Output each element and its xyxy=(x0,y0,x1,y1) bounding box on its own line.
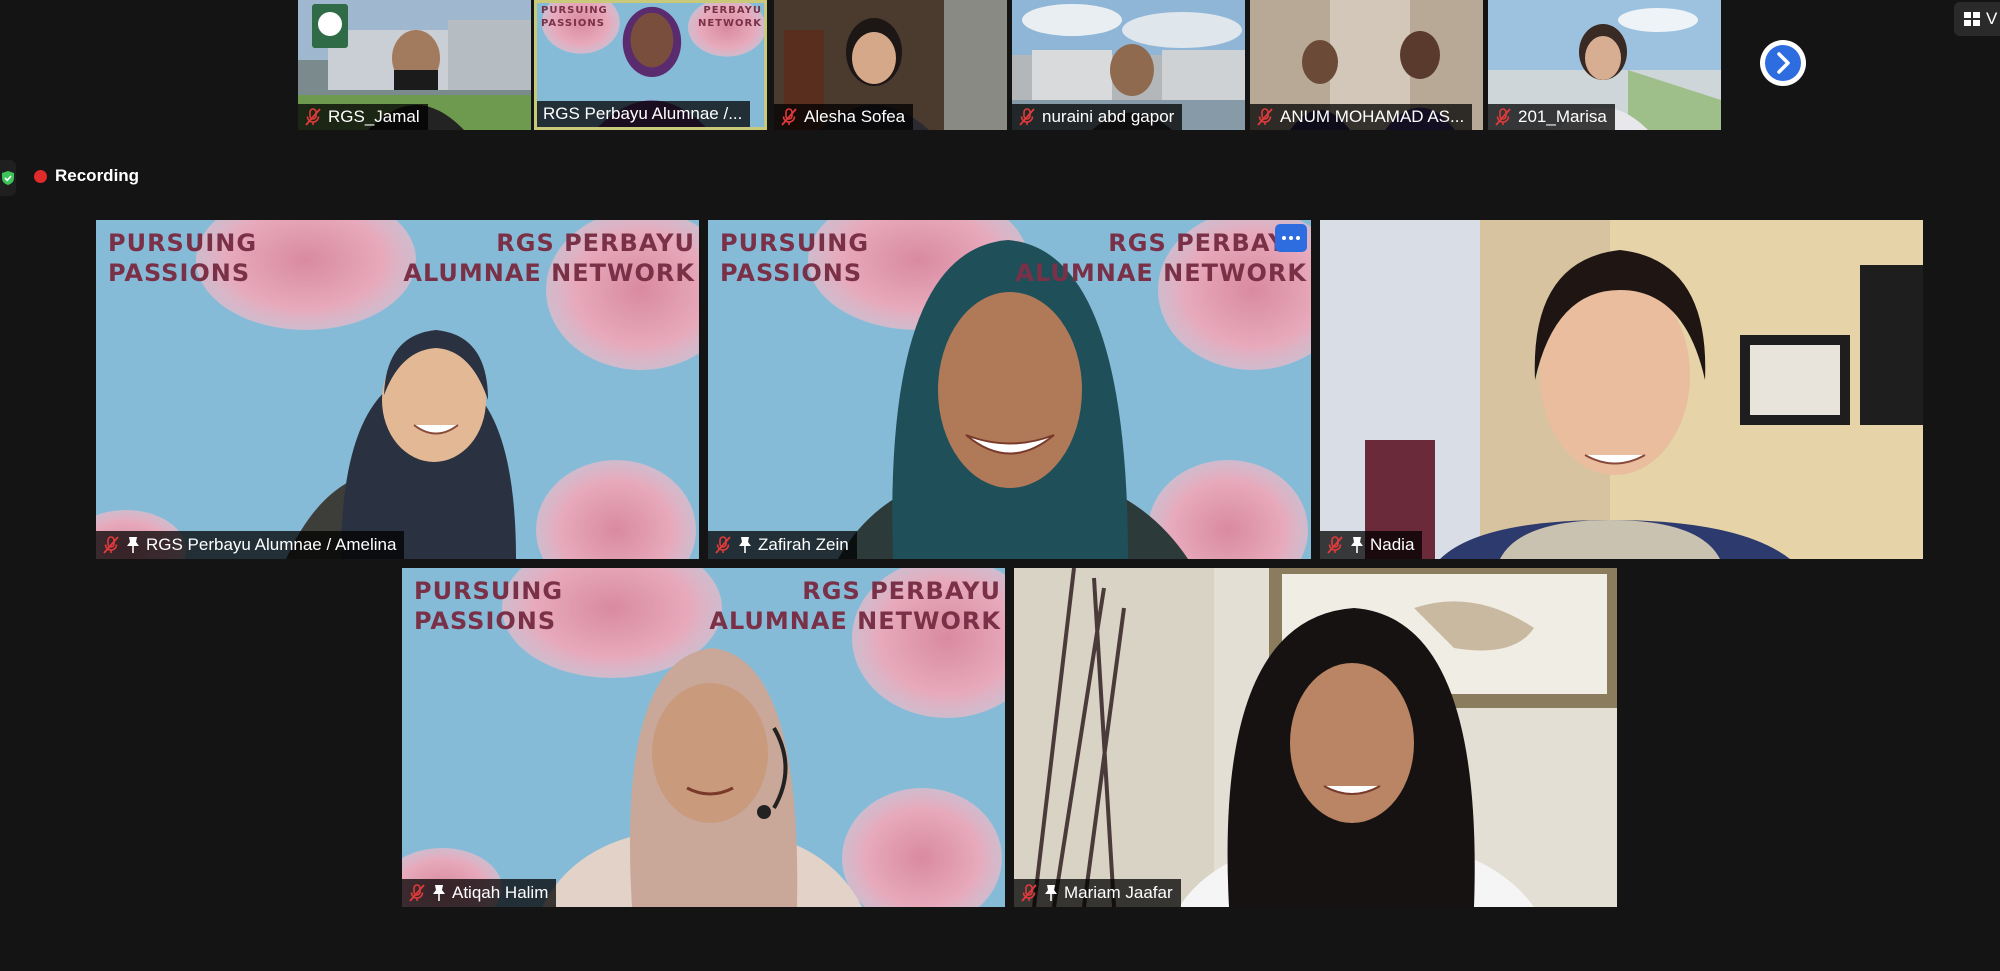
strip-tile-rgs-jamal[interactable]: RGS_Jamal xyxy=(298,0,531,130)
participant-name: nuraini abd gapor xyxy=(1042,107,1175,126)
muted-mic-icon xyxy=(714,536,732,554)
muted-mic-icon xyxy=(780,108,798,126)
video-feed xyxy=(1320,220,1923,559)
gallery-tile-zafirah-zein[interactable]: PURSUING PASSIONS RGS PERBAYU ALUMNAE NETW… xyxy=(708,220,1311,559)
pin-icon xyxy=(432,884,446,902)
muted-mic-icon xyxy=(408,884,426,902)
participant-nameplate: 201_Marisa xyxy=(1488,104,1615,130)
participant-name: Zafirah Zein xyxy=(758,535,849,554)
participant-nameplate: RGS Perbayu Alumnae /... xyxy=(537,101,751,127)
participant-nameplate: nuraini abd gapor xyxy=(1012,104,1183,130)
gallery-tile-mariam-jaafar[interactable]: Mariam Jaafar xyxy=(1014,568,1617,907)
virtual-background-text: PURSUING PASSIONS xyxy=(108,229,258,287)
strip-tile-201-marisa[interactable]: 201_Marisa xyxy=(1488,0,1721,130)
participant-nameplate: Nadia xyxy=(1320,531,1423,559)
strip-tile-nuraini-abd-gapor[interactable]: nuraini abd gapor xyxy=(1012,0,1245,130)
muted-mic-icon xyxy=(1256,108,1274,126)
muted-mic-icon xyxy=(1018,108,1036,126)
participant-nameplate: Alesha Sofea xyxy=(774,104,914,130)
view-button[interactable]: V xyxy=(1954,2,2000,36)
participant-nameplate: ANUM MOHAMAD AS... xyxy=(1250,104,1473,130)
recording-dot-icon xyxy=(34,169,47,183)
participant-name: ANUM MOHAMAD AS... xyxy=(1280,107,1465,126)
muted-mic-icon xyxy=(304,108,322,126)
virtual-background-text: PERBAYU NETWORK xyxy=(697,5,762,29)
strip-tile-anum-mohamad[interactable]: ANUM MOHAMAD AS... xyxy=(1250,0,1483,130)
next-page-button[interactable] xyxy=(1760,40,1806,86)
virtual-background-text: PURSUING PASSIONS xyxy=(720,229,870,287)
view-button-label: V xyxy=(1986,9,1998,28)
more-options-button[interactable] xyxy=(1275,224,1307,252)
virtual-background-text: PURSUING PASSIONS xyxy=(414,577,564,635)
video-feed xyxy=(1014,568,1617,907)
pin-icon xyxy=(1350,536,1364,554)
gallery-tile-atiqah-halim[interactable]: PURSUING PASSIONS RGS PERBAYU ALUMNAE NETW… xyxy=(402,568,1005,907)
participant-name: RGS Perbayu Alumnae / Amelina xyxy=(146,535,397,554)
gallery-tile-amelina[interactable]: PURSUING PASSIONS RGS PERBAYU ALUMNAE NETW… xyxy=(96,220,699,559)
muted-mic-icon xyxy=(1020,884,1038,902)
participant-name: Atiqah Halim xyxy=(452,883,549,902)
participant-nameplate: Atiqah Halim xyxy=(402,879,557,907)
participant-name: 201_Marisa xyxy=(1518,107,1607,126)
participant-name: Nadia xyxy=(1370,535,1415,554)
grid-view-icon xyxy=(1964,12,1980,26)
pin-icon xyxy=(738,536,752,554)
virtual-background-text: RGS PERBAYU ALUMNAE NETWORK xyxy=(709,577,1001,635)
security-shield[interactable] xyxy=(0,160,16,196)
participant-nameplate: RGS Perbayu Alumnae / Amelina xyxy=(96,531,405,559)
strip-tile-rgs-perbayu-alumnae[interactable]: PURSUING PASSIONS PERBAYU NETWORK RGS Perb… xyxy=(534,0,767,130)
strip-tile-alesha-sofea[interactable]: Alesha Sofea xyxy=(774,0,1007,130)
participant-name: RGS_Jamal xyxy=(328,107,420,126)
participant-nameplate: Mariam Jaafar xyxy=(1014,879,1181,907)
recording-label: Recording xyxy=(55,166,140,185)
participant-nameplate: RGS_Jamal xyxy=(298,104,428,130)
participant-name: RGS Perbayu Alumnae /... xyxy=(543,104,743,123)
virtual-background-text: RGS PERBAYU ALUMNAE NETWORK xyxy=(1015,229,1307,287)
chevron-right-icon xyxy=(1765,45,1801,81)
muted-mic-icon xyxy=(1494,108,1512,126)
recording-indicator[interactable]: Recording xyxy=(34,166,139,186)
muted-mic-icon xyxy=(1326,536,1344,554)
shield-icon xyxy=(2,171,14,185)
virtual-background-text: PURSUING PASSIONS xyxy=(541,5,608,29)
muted-mic-icon xyxy=(102,536,120,554)
pin-icon xyxy=(126,536,140,554)
pin-icon xyxy=(1044,884,1058,902)
participant-nameplate: Zafirah Zein xyxy=(708,531,857,559)
gallery-tile-nadia[interactable]: Nadia xyxy=(1320,220,1923,559)
virtual-background-text: RGS PERBAYU ALUMNAE NETWORK xyxy=(403,229,695,287)
participant-name: Mariam Jaafar xyxy=(1064,883,1173,902)
participant-name: Alesha Sofea xyxy=(804,107,906,126)
